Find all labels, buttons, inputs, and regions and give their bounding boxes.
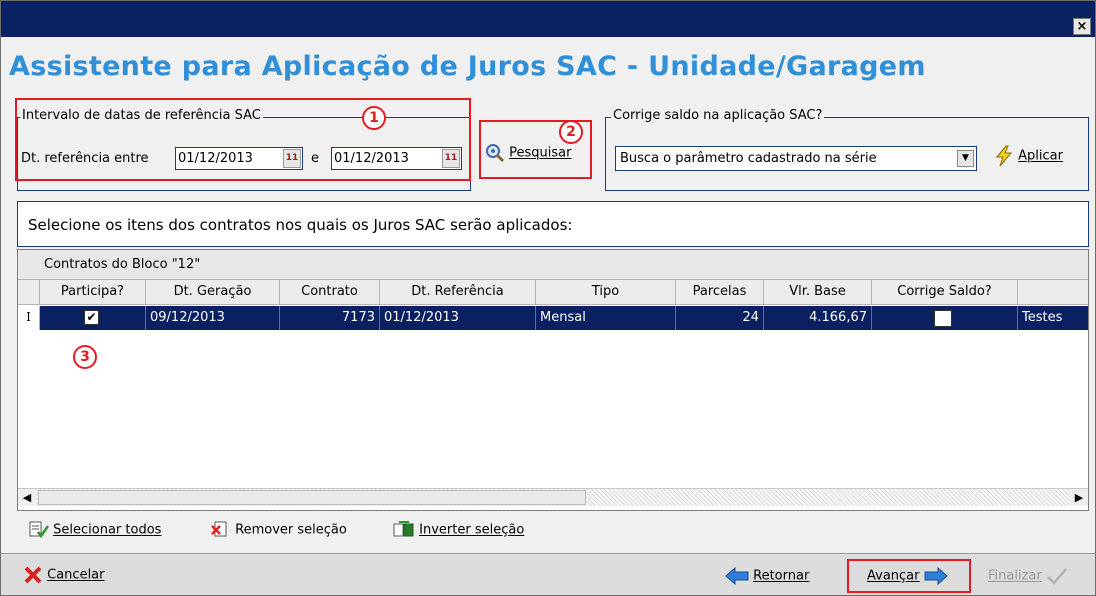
close-icon — [24, 566, 42, 584]
back-button[interactable]: Retornar — [725, 567, 809, 585]
selection-prompt-text: Selecione os itens dos contratos nos qua… — [28, 216, 573, 234]
title-bar: × — [1, 1, 1095, 37]
grid-header: Participa? Dt. Geração Contrato Dt. Refe… — [18, 280, 1088, 305]
cell-tipo: Mensal — [536, 306, 676, 330]
cancel-label: Cancelar — [47, 567, 105, 583]
finish-button[interactable]: Finalizar — [988, 567, 1068, 585]
lightning-icon — [995, 145, 1013, 167]
checkmark-icon — [1046, 568, 1067, 585]
invert-selection-label: Inverter seleção — [419, 522, 525, 538]
column-header[interactable]: Corrige Saldo? — [872, 280, 1018, 305]
marker-3: 3 — [73, 345, 97, 369]
marker-1: 1 — [362, 106, 386, 130]
grid-group-title: Contratos do Bloco "12" — [44, 257, 201, 272]
remove-selection-label: Remover seleção — [235, 522, 347, 538]
cell-contrato: 7173 — [280, 306, 380, 330]
corrige-legend: Corrige saldo na aplicação SAC? — [611, 108, 825, 123]
select-all-icon — [29, 521, 49, 539]
column-header[interactable]: Participa? — [40, 280, 146, 305]
finish-label: Finalizar — [988, 568, 1042, 584]
selection-prompt: Selecione os itens dos contratos nos qua… — [17, 201, 1089, 247]
wizard-window: × Assistente para Aplicação de Juros SAC… — [0, 0, 1096, 596]
invert-selection-button[interactable]: Inverter seleção — [393, 521, 524, 539]
arrow-right-icon — [924, 567, 948, 585]
cell-extra: Testes — [1018, 306, 1088, 330]
chevron-down-icon[interactable]: ▼ — [957, 150, 974, 167]
apply-button[interactable]: Aplicar — [994, 145, 1063, 167]
scrollbar-thumb[interactable] — [38, 490, 586, 505]
column-header[interactable]: Vlr. Base — [764, 280, 872, 305]
column-header[interactable]: Contrato — [280, 280, 380, 305]
header-indicator — [18, 280, 40, 305]
scroll-left-icon[interactable]: ◀ — [18, 489, 36, 506]
column-header[interactable]: Dt. Geração — [146, 280, 280, 305]
close-button[interactable]: × — [1073, 18, 1091, 35]
select-all-button[interactable]: Selecionar todos — [29, 521, 161, 539]
table-row[interactable]: I ✔ 09/12/2013 7173 01/12/2013 Mensal 24… — [18, 306, 1088, 330]
row-indicator: I — [18, 306, 40, 330]
highlight-box-interval — [15, 98, 471, 181]
next-label: Avançar — [867, 568, 920, 584]
page-title: Assistente para Aplicação de Juros SAC -… — [9, 51, 926, 82]
cell-vlr-base: 4.166,67 — [764, 306, 872, 330]
apply-label: Aplicar — [1018, 148, 1063, 164]
arrow-left-icon — [725, 567, 749, 585]
corrige-select[interactable]: Busca o parâmetro cadastrado na série ▼ — [615, 146, 977, 171]
horizontal-scrollbar[interactable]: ◀ ▶ — [18, 488, 1088, 506]
next-button[interactable]: Avançar — [867, 567, 948, 585]
column-header[interactable]: Parcelas — [676, 280, 764, 305]
marker-2: 2 — [559, 120, 583, 144]
column-header[interactable]: Dt. Referência — [380, 280, 536, 305]
cell-parcelas: 24 — [676, 306, 764, 330]
scroll-right-icon[interactable]: ▶ — [1070, 489, 1088, 506]
cell-dt-referencia: 01/12/2013 — [380, 306, 536, 330]
cell-dt-geracao: 09/12/2013 — [146, 306, 280, 330]
corrige-saldo-checkbox[interactable] — [934, 310, 952, 327]
cancel-button[interactable]: Cancelar — [23, 565, 105, 585]
cell-participa[interactable]: ✔ — [40, 306, 146, 330]
remove-selection-icon — [211, 521, 227, 537]
back-label: Retornar — [753, 568, 810, 584]
contracts-grid: Contratos do Bloco "12" Participa? Dt. G… — [17, 249, 1089, 511]
select-all-label: Selecionar todos — [53, 522, 162, 538]
participa-checkbox[interactable]: ✔ — [84, 310, 99, 325]
grid-group-band: Contratos do Bloco "12" — [18, 250, 1088, 280]
remove-selection-button[interactable]: Remover seleção — [211, 521, 347, 539]
column-header[interactable]: Tipo — [536, 280, 676, 305]
corrige-selected: Busca o parâmetro cadastrado na série — [620, 151, 877, 166]
cell-corrige-saldo[interactable] — [872, 306, 1018, 330]
invert-selection-icon — [393, 521, 414, 537]
